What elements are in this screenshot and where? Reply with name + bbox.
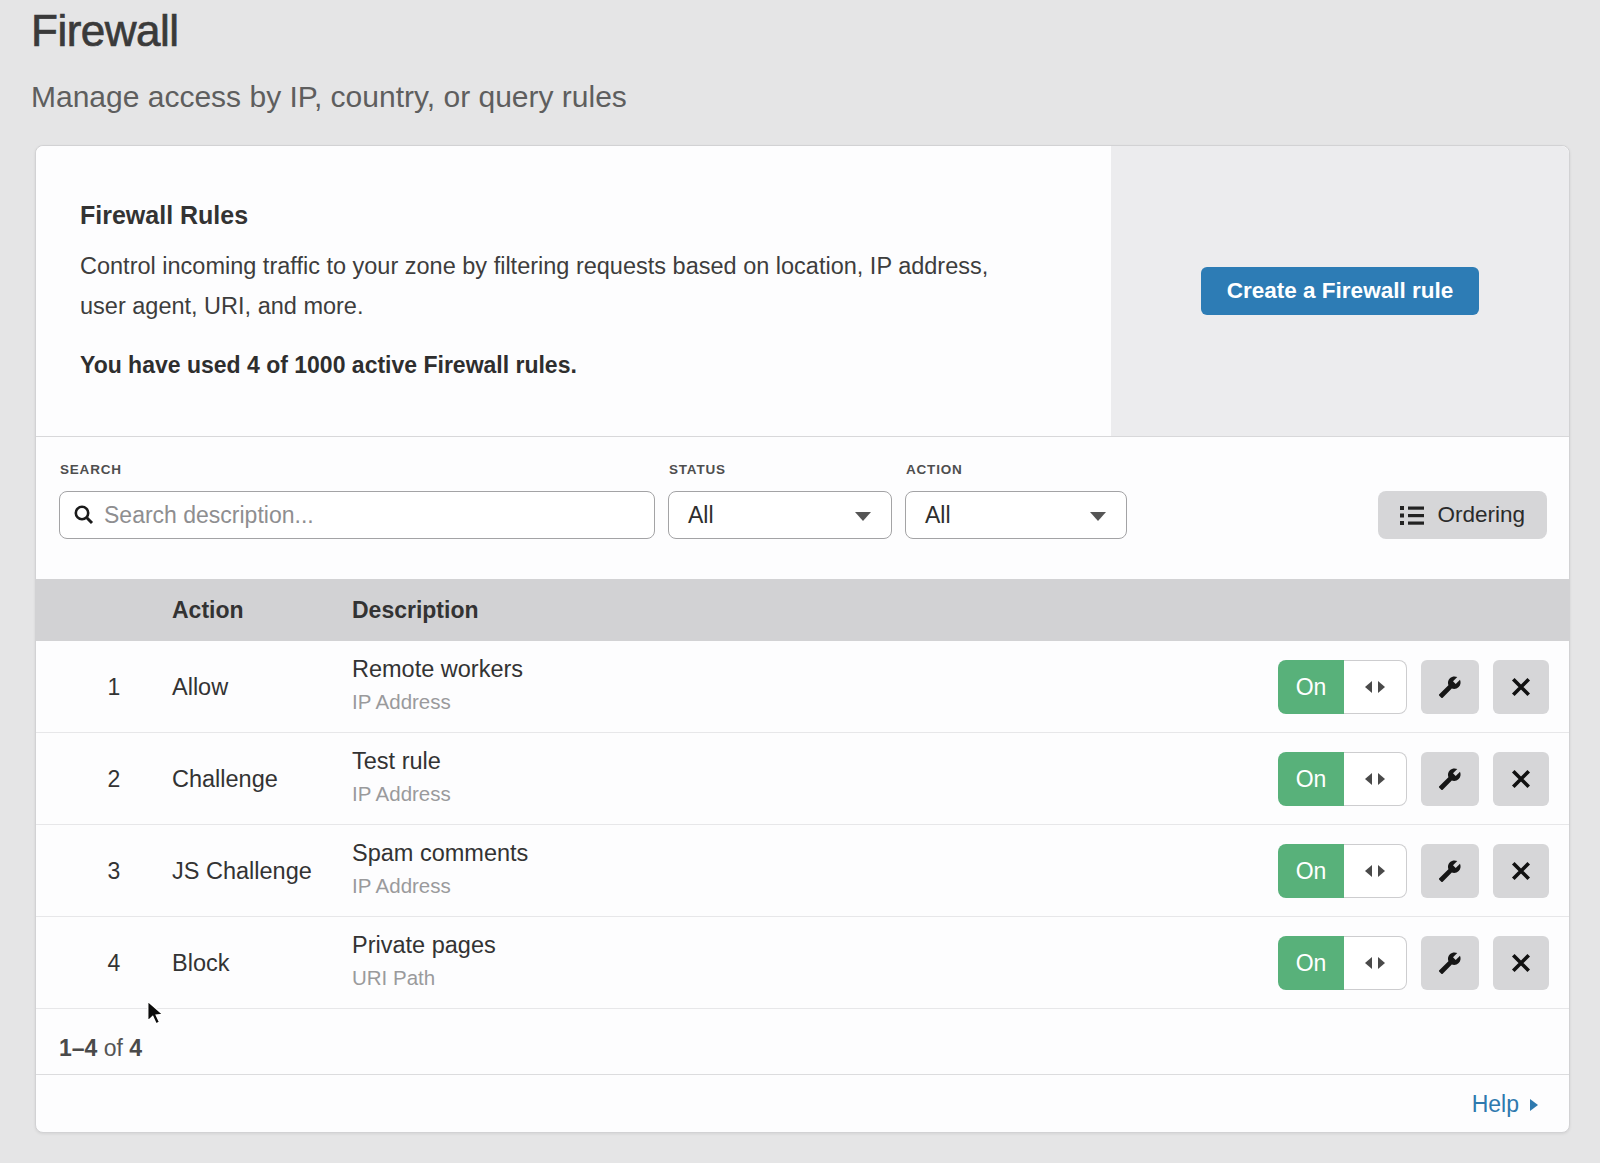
- rule-description-text: Spam comments: [352, 840, 528, 867]
- chevron-down-icon: [1090, 512, 1106, 521]
- ordered-list-icon: [1400, 504, 1424, 526]
- table-footer: 1–4 of 4: [36, 1009, 1569, 1074]
- rule-priority: 2: [94, 733, 134, 825]
- help-link-label: Help: [1472, 1075, 1519, 1134]
- table-row: 4 Block Private pages URI Path On: [36, 917, 1569, 1009]
- column-header-description: Description: [352, 579, 479, 641]
- status-select[interactable]: All: [668, 491, 892, 539]
- rule-description-text: Test rule: [352, 748, 451, 775]
- create-firewall-rule-button[interactable]: Create a Firewall rule: [1201, 267, 1479, 315]
- wrench-icon: [1438, 767, 1462, 791]
- action-select-value: All: [925, 502, 951, 528]
- close-icon: [1511, 861, 1531, 881]
- table-row: 3 JS Challenge Spam comments IP Address …: [36, 825, 1569, 917]
- rule-match-type: URI Path: [352, 966, 496, 990]
- status-label: STATUS: [669, 462, 726, 477]
- edit-rule-button[interactable]: [1421, 660, 1479, 714]
- toggle-on-segment[interactable]: On: [1278, 936, 1344, 990]
- wrench-icon: [1438, 859, 1462, 883]
- section-description: Control incoming traffic to your zone by…: [80, 246, 1035, 326]
- page-subtitle: Manage access by IP, country, or query r…: [31, 80, 627, 114]
- table-header: Action Description: [36, 579, 1569, 641]
- rule-action: Block: [172, 917, 229, 1009]
- section-heading: Firewall Rules: [80, 201, 248, 230]
- action-select[interactable]: All: [905, 491, 1127, 539]
- arrow-right-icon: [1529, 1098, 1539, 1112]
- help-link[interactable]: Help: [1472, 1075, 1539, 1134]
- rule-description: Test rule IP Address: [352, 748, 451, 806]
- rule-action: JS Challenge: [172, 825, 312, 917]
- rule-match-type: IP Address: [352, 874, 528, 898]
- page-title: Firewall: [31, 6, 179, 56]
- rule-enabled-toggle[interactable]: On: [1278, 660, 1407, 714]
- rule-action: Challenge: [172, 733, 278, 825]
- rule-match-type: IP Address: [352, 782, 451, 806]
- usage-summary: You have used 4 of 1000 active Firewall …: [80, 352, 577, 379]
- search-box: [59, 491, 655, 539]
- toggle-arrows-icon[interactable]: [1344, 936, 1407, 990]
- search-label: SEARCH: [60, 462, 122, 477]
- table-row: 1 Allow Remote workers IP Address On: [36, 641, 1569, 733]
- rule-priority: 4: [94, 917, 134, 1009]
- edit-rule-button[interactable]: [1421, 936, 1479, 990]
- toggle-arrows-icon[interactable]: [1344, 660, 1407, 714]
- ordering-button[interactable]: Ordering: [1378, 491, 1547, 539]
- rule-priority: 1: [94, 641, 134, 733]
- intro-action-panel: Create a Firewall rule: [1111, 146, 1569, 436]
- rule-action: Allow: [172, 641, 228, 733]
- edit-rule-button[interactable]: [1421, 844, 1479, 898]
- search-icon: [73, 504, 95, 530]
- column-header-action: Action: [172, 579, 244, 641]
- rule-priority: 3: [94, 825, 134, 917]
- firewall-rules-card: Firewall Rules Control incoming traffic …: [35, 145, 1570, 1133]
- pagination-of: of: [104, 1035, 123, 1061]
- chevron-down-icon: [855, 512, 871, 521]
- wrench-icon: [1438, 675, 1462, 699]
- pagination-total: 4: [129, 1035, 142, 1061]
- rule-description: Remote workers IP Address: [352, 656, 523, 714]
- action-label: ACTION: [906, 462, 963, 477]
- rule-description: Private pages URI Path: [352, 932, 496, 990]
- mouse-cursor: [146, 1000, 167, 1027]
- search-input[interactable]: [104, 492, 644, 538]
- intro-section: Firewall Rules Control incoming traffic …: [36, 146, 1569, 437]
- filters-bar: SEARCH STATUS ACTION All All Ordering: [36, 437, 1569, 579]
- delete-rule-button[interactable]: [1493, 844, 1549, 898]
- intro-text-panel: Firewall Rules Control incoming traffic …: [36, 146, 1111, 436]
- rule-enabled-toggle[interactable]: On: [1278, 936, 1407, 990]
- rule-description-text: Remote workers: [352, 656, 523, 683]
- pagination-range: 1–4: [59, 1035, 97, 1061]
- help-bar: Help: [36, 1074, 1569, 1133]
- close-icon: [1511, 677, 1531, 697]
- status-select-value: All: [688, 502, 714, 528]
- close-icon: [1511, 769, 1531, 789]
- rule-description-text: Private pages: [352, 932, 496, 959]
- edit-rule-button[interactable]: [1421, 752, 1479, 806]
- close-icon: [1511, 953, 1531, 973]
- toggle-on-segment[interactable]: On: [1278, 844, 1344, 898]
- toggle-arrows-icon[interactable]: [1344, 752, 1407, 806]
- toggle-arrows-icon[interactable]: [1344, 844, 1407, 898]
- rule-description: Spam comments IP Address: [352, 840, 528, 898]
- rule-enabled-toggle[interactable]: On: [1278, 752, 1407, 806]
- delete-rule-button[interactable]: [1493, 660, 1549, 714]
- rule-enabled-toggle[interactable]: On: [1278, 844, 1407, 898]
- table-row: 2 Challenge Test rule IP Address On: [36, 733, 1569, 825]
- ordering-button-label: Ordering: [1437, 502, 1525, 528]
- toggle-on-segment[interactable]: On: [1278, 660, 1344, 714]
- rules-table-body: 1 Allow Remote workers IP Address On 2 C…: [36, 641, 1569, 1009]
- delete-rule-button[interactable]: [1493, 936, 1549, 990]
- delete-rule-button[interactable]: [1493, 752, 1549, 806]
- rule-match-type: IP Address: [352, 690, 523, 714]
- toggle-on-segment[interactable]: On: [1278, 752, 1344, 806]
- wrench-icon: [1438, 951, 1462, 975]
